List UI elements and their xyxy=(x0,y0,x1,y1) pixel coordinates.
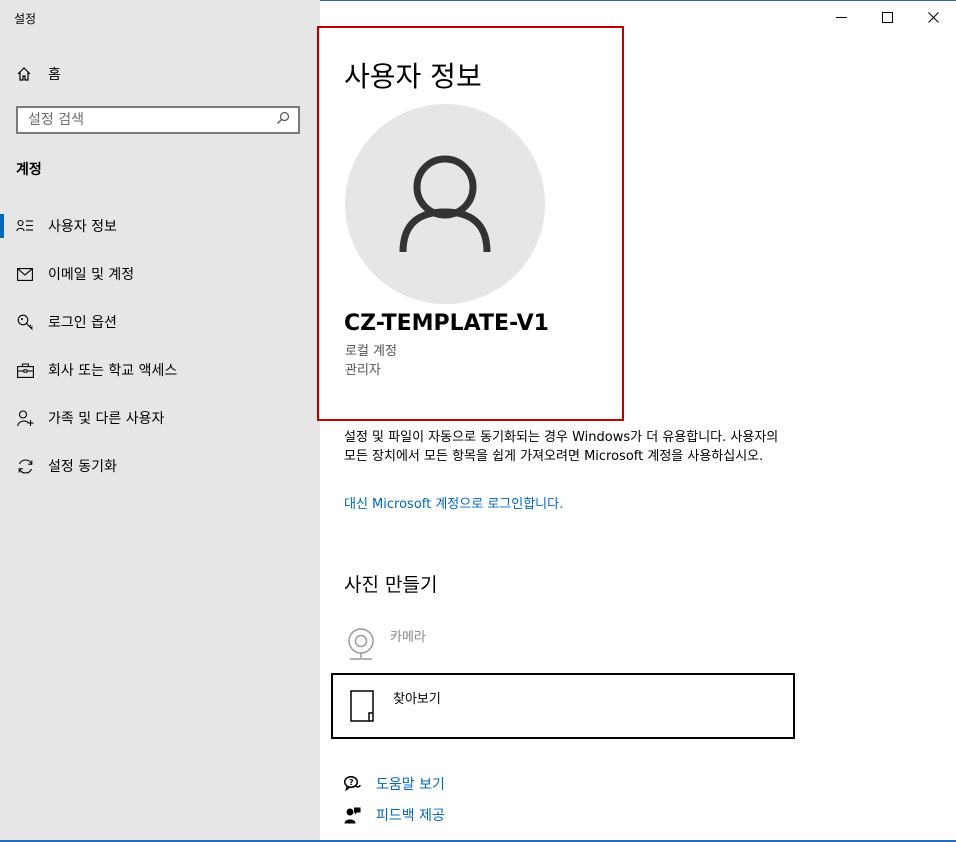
home-button[interactable]: 홈 xyxy=(16,64,61,84)
person-list-icon xyxy=(16,218,34,234)
home-label: 홈 xyxy=(48,67,61,83)
close-button[interactable] xyxy=(910,0,956,34)
account-type: 로컬 계정 xyxy=(345,344,397,359)
sidebar-item-work-school[interactable]: 회사 또는 학교 액세스 xyxy=(0,346,320,394)
sidebar-item-label: 이메일 및 계정 xyxy=(48,267,135,283)
search-box[interactable] xyxy=(16,106,300,134)
sidebar-item-email-accounts[interactable]: 이메일 및 계정 xyxy=(0,250,320,298)
sidebar: 설정 홈 계정 사용자 정보 이메일 및 계정 xyxy=(0,0,320,840)
folder-icon xyxy=(349,689,377,725)
sidebar-item-label: 가족 및 다른 사용자 xyxy=(48,411,165,427)
sidebar-item-label: 회사 또는 학교 액세스 xyxy=(48,363,178,379)
mail-icon xyxy=(16,267,34,281)
sidebar-nav: 사용자 정보 이메일 및 계정 로그인 옵션 회사 또는 학교 액세스 가족 및… xyxy=(0,202,320,490)
camera-option: 카메라 xyxy=(344,626,426,662)
browse-button[interactable]: 찾아보기 xyxy=(331,673,795,739)
photo-section-title: 사진 만들기 xyxy=(344,574,438,596)
app-title: 설정 xyxy=(14,12,37,26)
home-icon xyxy=(16,66,34,82)
search-input[interactable] xyxy=(26,111,276,129)
sidebar-item-label: 사용자 정보 xyxy=(48,219,117,235)
page-title: 사용자 정보 xyxy=(344,60,482,93)
help-label: 도움말 보기 xyxy=(376,777,445,793)
svg-text:?: ? xyxy=(349,778,354,787)
user-name: CZ-TEMPLATE-V1 xyxy=(344,311,549,336)
user-info-card: 사용자 정보 CZ-TEMPLATE-V1 로컬 계정 관리자 xyxy=(317,26,624,421)
close-icon xyxy=(927,11,939,23)
feedback-label: 피드백 제공 xyxy=(376,808,445,824)
maximize-button[interactable] xyxy=(864,0,910,34)
microsoft-signin-link[interactable]: 대신 Microsoft 계정으로 로그인합니다. xyxy=(344,493,563,512)
camera-label: 카메라 xyxy=(390,630,426,645)
webcam-icon xyxy=(344,626,378,662)
sidebar-item-sync-settings[interactable]: 설정 동기화 xyxy=(0,442,320,490)
minimize-icon xyxy=(835,16,847,18)
search-icon[interactable] xyxy=(276,111,290,129)
feedback-link[interactable]: 피드백 제공 xyxy=(344,805,445,825)
help-link[interactable]: ? 도움말 보기 xyxy=(344,774,445,794)
sidebar-item-sign-in-options[interactable]: 로그인 옵션 xyxy=(0,298,320,346)
window-caption-buttons xyxy=(818,0,956,34)
minimize-button[interactable] xyxy=(818,0,864,34)
browse-label: 찾아보기 xyxy=(393,692,441,707)
briefcase-icon xyxy=(16,362,34,378)
key-icon xyxy=(16,314,34,331)
sync-icon xyxy=(16,458,34,475)
sidebar-item-family-users[interactable]: 가족 및 다른 사용자 xyxy=(0,394,320,442)
sidebar-item-user-info[interactable]: 사용자 정보 xyxy=(0,202,320,250)
user-silhouette-icon xyxy=(399,155,491,253)
help-chat-icon: ? xyxy=(344,776,362,792)
feedback-person-icon xyxy=(344,807,362,824)
section-title: 계정 xyxy=(16,162,42,178)
avatar xyxy=(345,104,545,304)
sync-description: 설정 및 파일이 자동으로 동기화되는 경우 Windows가 더 유용합니다.… xyxy=(344,430,779,464)
add-person-icon xyxy=(16,409,34,427)
sidebar-item-label: 로그인 옵션 xyxy=(48,315,117,331)
maximize-icon xyxy=(881,11,893,23)
account-role: 관리자 xyxy=(345,363,381,378)
sidebar-item-label: 설정 동기화 xyxy=(48,459,117,475)
